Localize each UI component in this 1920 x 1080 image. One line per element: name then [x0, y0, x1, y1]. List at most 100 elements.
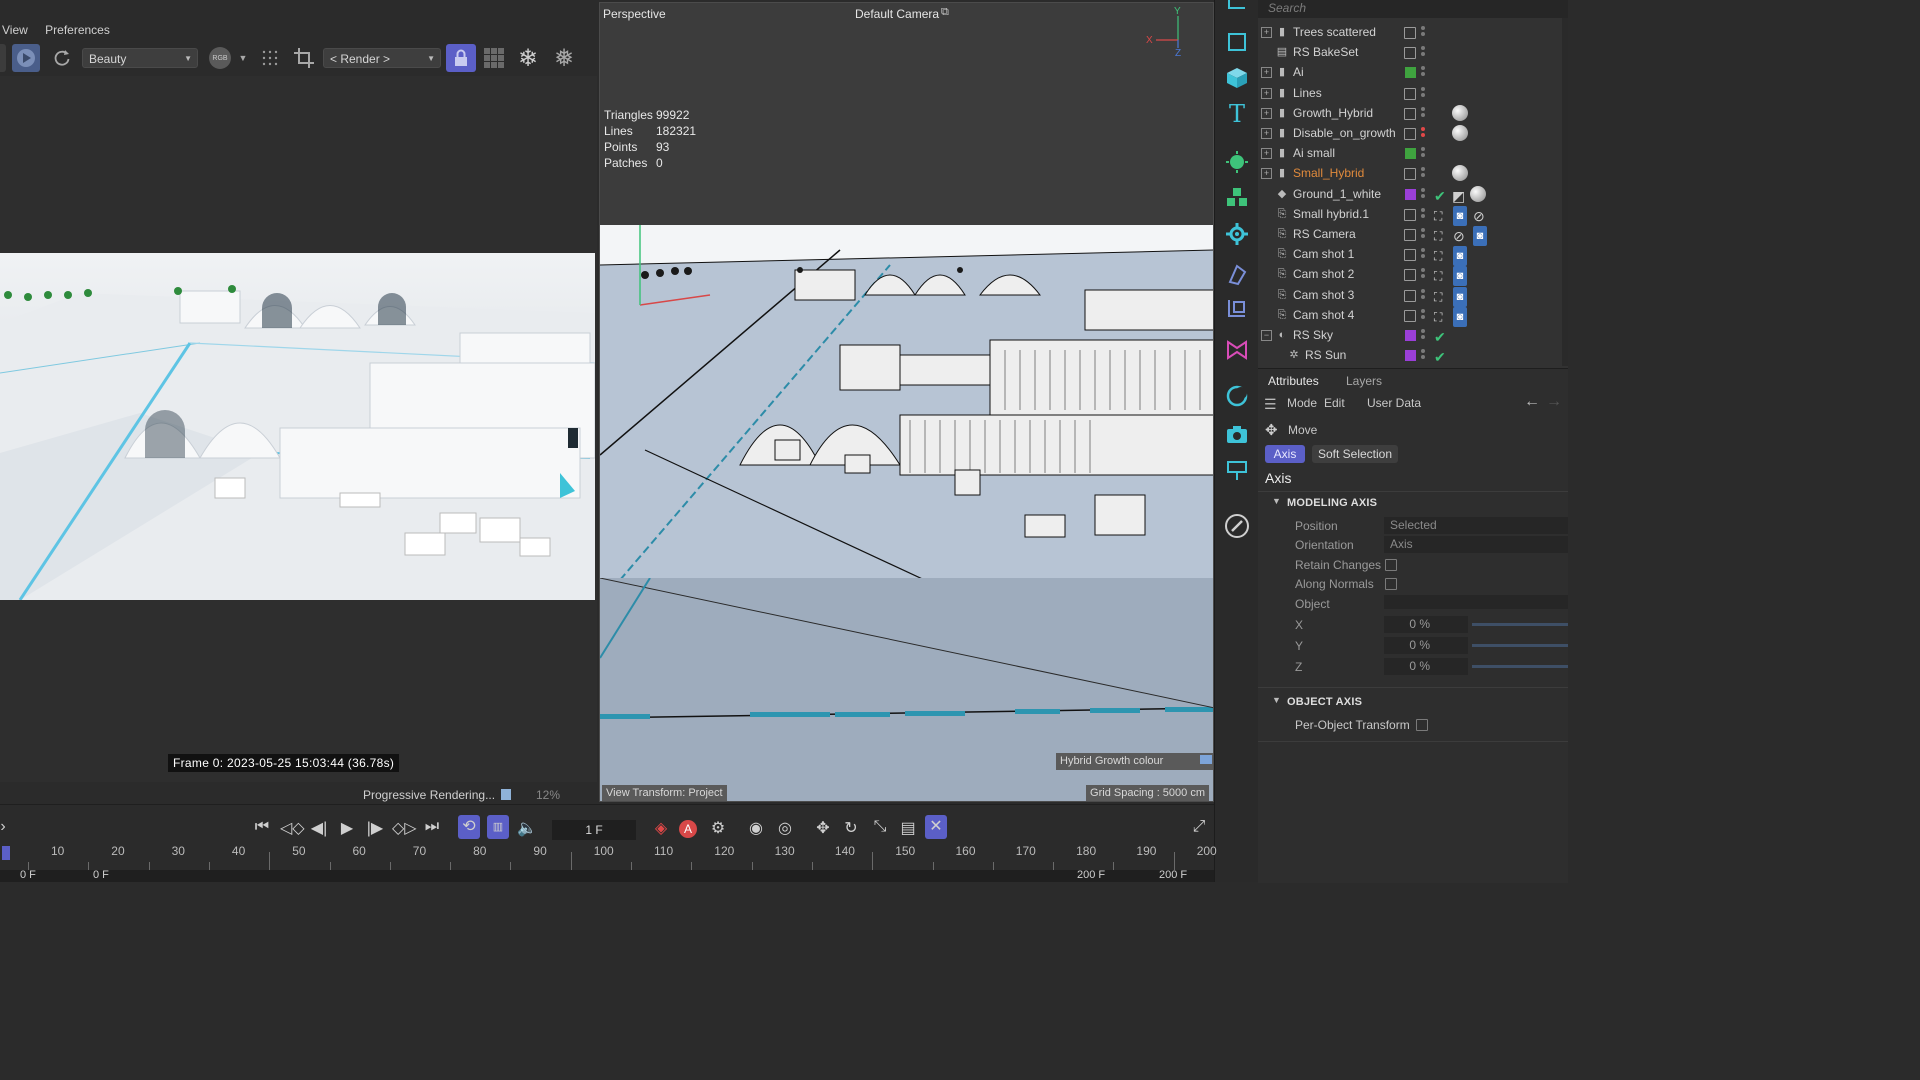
material-tag-icon[interactable]	[1452, 104, 1468, 121]
collapse-arrow-icon[interactable]: ›	[0, 818, 14, 836]
edit-toggle-icon[interactable]	[1404, 87, 1416, 100]
camera-frame-icon[interactable]: ⛶	[1434, 226, 1442, 246]
forward-arrow-icon[interactable]: →	[1546, 393, 1562, 411]
layer-color-swatch[interactable]	[1405, 67, 1416, 79]
grid-overlay-button[interactable]	[256, 44, 284, 72]
object-name[interactable]: Cam shot 4	[1293, 305, 1354, 325]
object-axis-heading[interactable]: OBJECT AXIS	[1287, 696, 1362, 708]
z-slider[interactable]	[1472, 665, 1568, 668]
object-name[interactable]: RS Sun	[1305, 345, 1346, 365]
edit-toggle-icon[interactable]	[1404, 269, 1416, 282]
y-value-input[interactable]: 0 %	[1384, 637, 1468, 654]
camera-frame-icon[interactable]: ⛶	[1434, 206, 1442, 226]
retain-changes-checkbox[interactable]	[1385, 559, 1397, 571]
tab-layers[interactable]: Layers	[1346, 374, 1382, 388]
visibility-dots[interactable]	[1421, 327, 1426, 341]
sound-button[interactable]: 🔈	[516, 818, 538, 838]
freeze-button[interactable]: ❄	[514, 44, 542, 72]
checkmark-icon[interactable]: ✔	[1434, 327, 1446, 347]
next-key-button[interactable]: ◇▷	[392, 818, 417, 838]
key-scale-button[interactable]: ⤡	[869, 818, 891, 836]
visibility-dots[interactable]	[1421, 105, 1426, 119]
object-name[interactable]: RS Camera	[1293, 224, 1356, 244]
camera-frame-icon[interactable]: ⛶	[1434, 307, 1442, 327]
object-row[interactable]: ⎘ Cam shot 2 ⛶ ◙	[1258, 264, 1568, 287]
visibility-dots[interactable]	[1421, 266, 1426, 280]
object-row[interactable]: + ▮ Growth_Hybrid	[1258, 103, 1568, 123]
visibility-dots[interactable]	[1421, 44, 1426, 58]
edit-toggle-icon[interactable]	[1404, 229, 1416, 241]
autokey-button[interactable]: A	[679, 820, 697, 838]
spline-button[interactable]	[1223, 294, 1251, 322]
loop-button[interactable]: ⟲	[458, 815, 480, 839]
object-row[interactable]: + ▮ Lines	[1258, 83, 1568, 103]
camera-frame-icon[interactable]: ⛶	[1434, 287, 1442, 307]
checkmark-icon[interactable]: ✔	[1434, 186, 1446, 206]
visibility-dots[interactable]	[1421, 165, 1426, 179]
view-name[interactable]: Perspective	[603, 7, 666, 21]
playhead[interactable]	[2, 846, 10, 860]
visibility-dots[interactable]	[1421, 186, 1426, 200]
object-row[interactable]: ◆ Ground_1_white ✔ ◩	[1258, 184, 1568, 204]
camera-button[interactable]	[1223, 420, 1251, 448]
object-search-input[interactable]: Search	[1258, 0, 1568, 18]
text-tool-button[interactable]: T	[1223, 100, 1251, 128]
go-to-start-button[interactable]: ⏮	[251, 818, 273, 836]
per-object-transform-checkbox[interactable]	[1416, 719, 1428, 731]
expand-toggle[interactable]: +	[1261, 107, 1272, 119]
object-row[interactable]: ⎘ RS Camera ⛶ ⊘ ◙	[1258, 224, 1568, 246]
start-render-button[interactable]	[12, 44, 40, 72]
key-settings-button[interactable]: ⚙	[707, 818, 729, 838]
scale-tool-button[interactable]	[1223, 0, 1251, 14]
object-row[interactable]: ✲ RS Sun ✔	[1258, 345, 1568, 365]
field-button[interactable]	[1223, 336, 1251, 364]
camera-frame-icon[interactable]: ⛶	[1434, 266, 1442, 286]
position-select[interactable]: Selected	[1384, 517, 1568, 534]
object-name[interactable]: Small hybrid.1	[1293, 204, 1369, 224]
previous-frame-button[interactable]: ◀|	[308, 818, 330, 838]
scene-object-button[interactable]	[1223, 456, 1251, 484]
edit-toggle-icon[interactable]	[1404, 208, 1416, 221]
camera-tag-icon[interactable]: ◙	[1453, 266, 1467, 287]
camera-frame-icon[interactable]: ⛶	[1434, 246, 1442, 266]
panel-edge-handle[interactable]	[0, 44, 6, 72]
cube-button[interactable]	[1223, 64, 1251, 92]
disable-icon[interactable]: ⊘	[1453, 226, 1465, 246]
range-end-b[interactable]: 200 F	[1159, 869, 1187, 881]
object-name[interactable]: Ai	[1293, 62, 1304, 82]
edit-mode-button[interactable]	[1223, 512, 1251, 540]
expand-toggle[interactable]: +	[1261, 87, 1272, 99]
disable-icon[interactable]: ⊘	[1473, 206, 1485, 226]
light-button[interactable]	[1223, 382, 1251, 410]
camera-label[interactable]: Default Camera	[855, 7, 939, 21]
expand-toggle[interactable]: +	[1261, 67, 1272, 79]
along-normals-checkbox[interactable]	[1385, 578, 1397, 590]
hamburger-menu-icon[interactable]: ☰	[1264, 396, 1277, 413]
next-frame-button[interactable]: |▶	[364, 818, 386, 838]
tab-attributes[interactable]: Attributes	[1268, 374, 1319, 388]
material-tag-icon[interactable]	[1452, 125, 1468, 141]
y-slider[interactable]	[1472, 644, 1568, 647]
edit-toggle-icon[interactable]	[1404, 107, 1416, 120]
expand-toggle[interactable]: +	[1261, 128, 1272, 139]
key-rotation-button[interactable]: ↻	[840, 818, 862, 838]
visibility-dots[interactable]	[1421, 125, 1426, 139]
motion-system-button[interactable]: ◉	[745, 818, 767, 838]
visibility-dots[interactable]	[1421, 246, 1426, 260]
object-row[interactable]: ⎘ Cam shot 1 ⛶ ◙	[1258, 244, 1568, 267]
camera-tag-icon[interactable]: ◙	[1453, 306, 1467, 327]
visibility-dots[interactable]	[1421, 24, 1426, 38]
object-row[interactable]: ⎘ Small hybrid.1 ⛶ ◙ ⊘	[1258, 204, 1568, 226]
render-select[interactable]: < Render >	[323, 48, 441, 69]
subtab-axis[interactable]: Axis	[1265, 445, 1305, 463]
layer-color-swatch[interactable]	[1405, 350, 1416, 362]
current-frame-input[interactable]: 1 F	[552, 820, 636, 840]
editor-viewport[interactable]: Perspective Default Camera ⧉ Y X Z Trian…	[599, 2, 1214, 802]
edit-toggle-icon[interactable]	[1404, 168, 1416, 181]
object-name[interactable]: Cam shot 1	[1293, 244, 1354, 264]
aov-select[interactable]: Beauty	[82, 48, 198, 69]
range-end-a[interactable]: 200 F	[1077, 869, 1105, 881]
object-row[interactable]: + ▮ Small_Hybrid	[1258, 163, 1568, 183]
object-name[interactable]: Ai small	[1293, 143, 1335, 163]
object-name[interactable]: Disable_on_growth	[1293, 123, 1396, 143]
